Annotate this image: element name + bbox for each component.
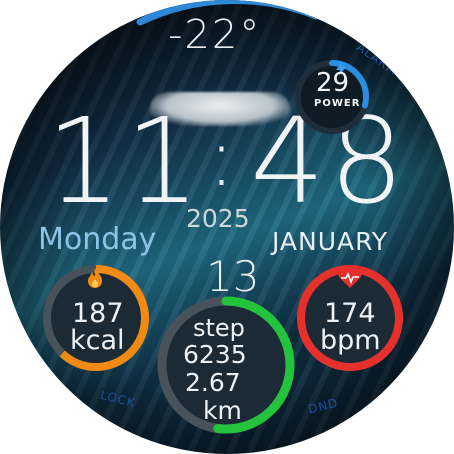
steps-label: step xyxy=(193,314,245,342)
heart-rate-unit: bpm xyxy=(320,325,381,356)
power-label: POWER xyxy=(314,98,361,109)
date-year: 2025 xyxy=(186,204,250,233)
flame-icon xyxy=(88,268,102,288)
date-month: JANUARY xyxy=(272,227,389,256)
distance-value: 2.67 xyxy=(185,368,241,397)
distance-unit: km xyxy=(203,396,242,425)
steps-value: 6235 xyxy=(183,340,247,369)
time-hours: 11 xyxy=(46,92,205,230)
power-value: 29 xyxy=(316,68,350,98)
watch-face: -22° BLUETOOTH ALARM LOCK DND 11 : 48 20… xyxy=(0,0,454,454)
calories-unit: kcal xyxy=(70,325,125,356)
temperature: -22° xyxy=(168,12,262,58)
date-weekday: Monday xyxy=(38,222,157,257)
heart-icon xyxy=(338,269,362,288)
time-separator: : xyxy=(208,111,235,204)
